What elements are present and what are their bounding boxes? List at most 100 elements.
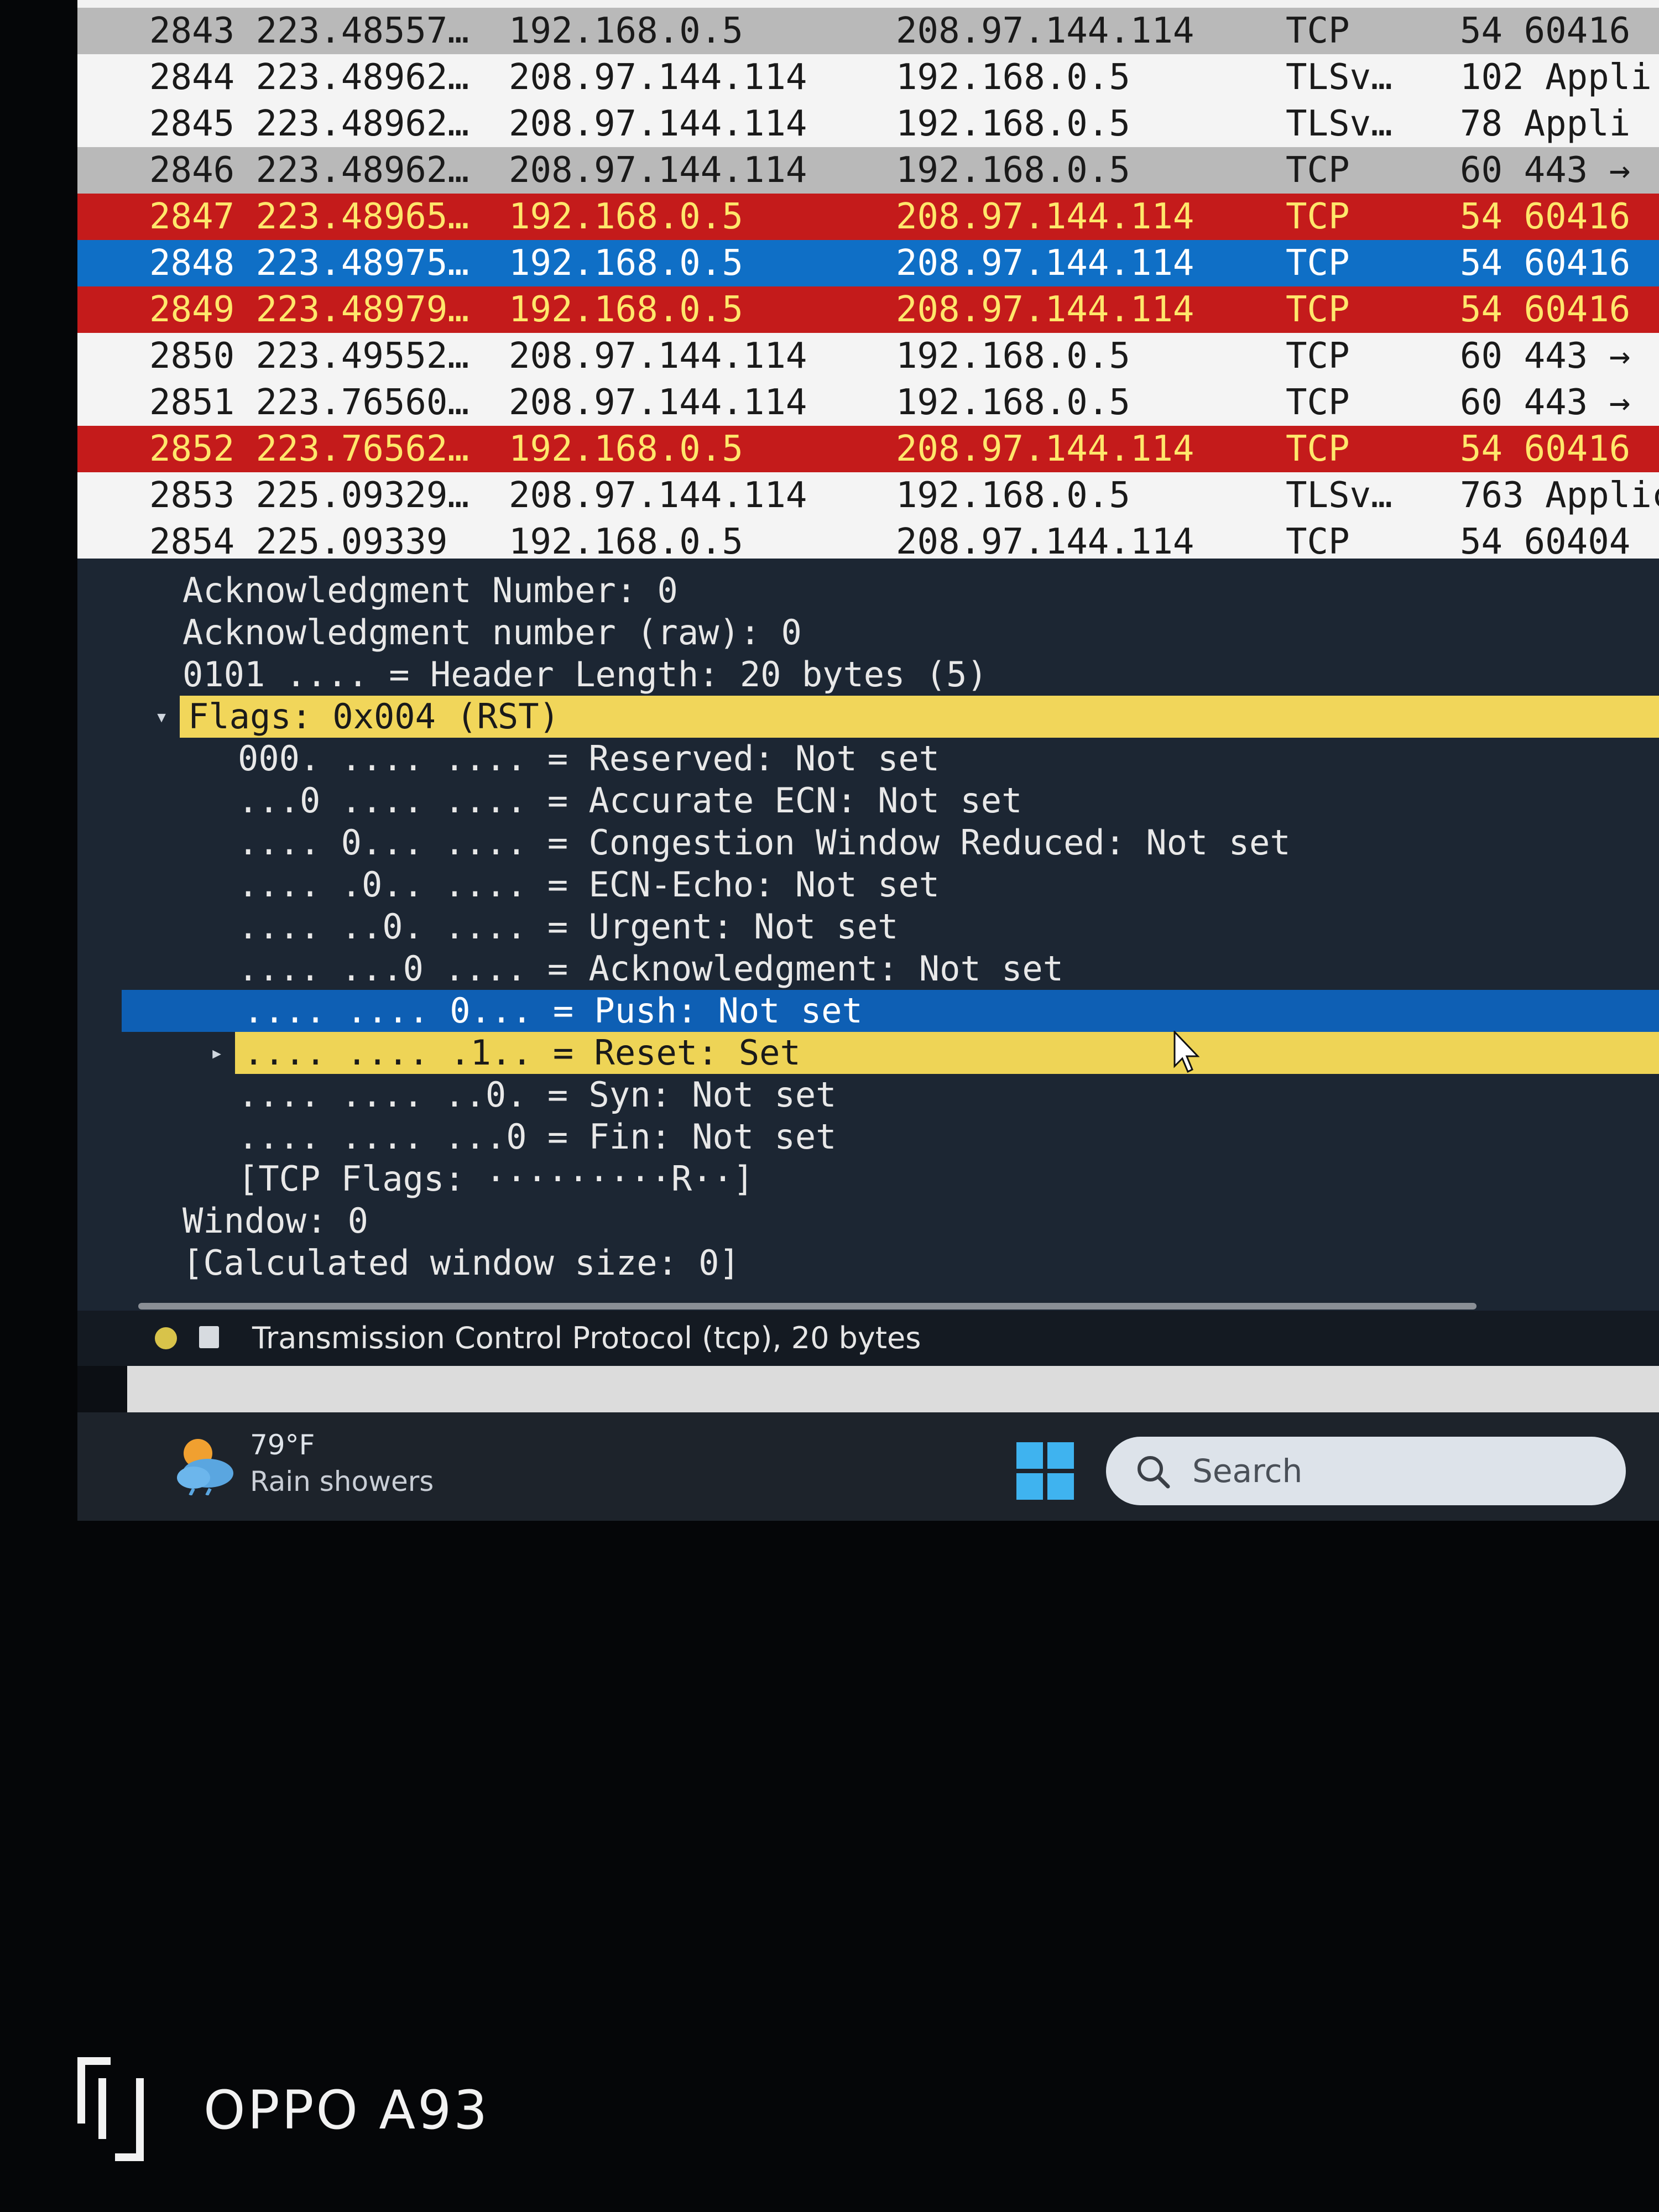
windows-logo-tile [1047,1442,1074,1469]
packet-info: 60 443 → [1460,336,1631,377]
source-address: 192.168.0.5 [509,11,743,51]
packet-no: 2846 [149,150,235,191]
detail-text: [TCP Flags: ·········R··] [238,1159,754,1199]
packet-row[interactable]: 2844 223.48962… 208.97.144.114 192.168.0.5… [77,54,1659,101]
status-bar: Transmission Control Protocol (tcp), 20 … [77,1311,1659,1366]
detail-line[interactable]: ▸ .... .... .1.. = Reset: Set [210,1032,1659,1074]
packet-no: 2849 [149,289,235,330]
packet-row[interactable]: 2850 223.49552… 208.97.144.114 192.168.0.5… [77,333,1659,379]
detail-line[interactable]: [Calculated window size: 0] [77,1242,1659,1284]
packet-row[interactable]: 2845 223.48962… 208.97.144.114 192.168.0.5… [77,101,1659,147]
packet-list[interactable]: 2843 223.48557… 192.168.0.5 208.97.144.114… [77,0,1659,559]
packet-info: 54 60416 [1460,196,1631,237]
destination-address: 192.168.0.5 [896,103,1130,144]
detail-line[interactable]: ▾ Flags: 0x004 (RST) [155,696,1659,738]
start-button[interactable] [1016,1442,1074,1500]
packet-info: 54 60416 [1460,243,1631,284]
packet-number: 2848 223.48975… [149,240,469,286]
source-address: 208.97.144.114 [509,475,807,516]
packet-time: 223.48965… [255,196,469,237]
collapse-arrow-icon[interactable]: ▾ [155,696,168,738]
search-icon [1138,1456,1170,1489]
detail-text: ...0 .... .... = Accurate ECN: Not set [238,780,1022,821]
expand-arrow-icon[interactable]: ▸ [210,1032,223,1074]
detail-line[interactable]: ...0 .... .... = Accurate ECN: Not set [77,780,1659,822]
detail-line[interactable]: .... .... 0... = Push: Not set [122,990,1659,1032]
source-address: 208.97.144.114 [509,382,807,423]
packet-no: 2851 [149,382,235,423]
search-placeholder: Search [1192,1452,1303,1490]
weather-description[interactable]: Rain showers [250,1465,434,1498]
packet-number: 2845 223.48962… [149,101,469,147]
packet-info: 60 443 → [1460,382,1631,423]
destination-address: 208.97.144.114 [896,521,1194,559]
detail-line[interactable]: .... ..0. .... = Urgent: Not set [77,906,1659,948]
camera-watermark-text: OPPO A93 [204,2079,490,2141]
packet-time: 223.48962… [255,150,469,191]
mouse-cursor-icon [1173,1031,1200,1073]
source-address: 208.97.144.114 [509,336,807,377]
source-address: 208.97.144.114 [509,150,807,191]
packet-row[interactable]: 2854 225.09339 192.168.0.5 208.97.144.114 T… [77,519,1659,559]
capture-comment-icon[interactable] [199,1326,219,1348]
detail-text: .... ..0. .... = Urgent: Not set [238,906,899,947]
detail-text: .... .0.. .... = ECN-Echo: Not set [238,864,940,905]
packet-row[interactable]: 2846 223.48962… 208.97.144.114 192.168.0.5… [77,147,1659,194]
detail-text: .... ...0 .... = Acknowledgment: Not set [238,948,1064,989]
windows-logo-tile [1016,1442,1043,1469]
source-address: 208.97.144.114 [509,103,807,144]
detail-text: Acknowledgment Number: 0 [182,570,678,611]
packet-info: 54 60404 [1460,521,1631,559]
packet-time: 223.76560… [255,382,469,423]
detail-text: .... .... ...0 = Fin: Not set [238,1117,837,1157]
taskbar-search-box[interactable]: Search [1106,1437,1626,1505]
expert-info-status-icon[interactable] [155,1327,177,1349]
destination-address: 208.97.144.114 [896,243,1194,284]
horizontal-scrollbar[interactable] [138,1303,1477,1310]
packet-time: 223.48975… [255,243,469,284]
packet-number: 2852 223.76562… [149,426,469,472]
packet-row[interactable]: 2848 223.48975… 192.168.0.5 208.97.144.114… [77,240,1659,286]
detail-line[interactable]: .... .0.. .... = ECN-Echo: Not set [77,864,1659,906]
progress-strip [127,1366,1659,1412]
detail-line[interactable]: .... ...0 .... = Acknowledgment: Not set [77,948,1659,990]
protocol: TCP [1286,382,1350,423]
packet-number: 2844 223.48962… [149,54,469,101]
packet-row[interactable]: 2852 223.76562… 192.168.0.5 208.97.144.114… [77,426,1659,472]
packet-row[interactable]: 2849 223.48979… 192.168.0.5 208.97.144.114… [77,286,1659,333]
detail-line[interactable]: Acknowledgment Number: 0 [77,570,1659,612]
detail-line[interactable]: .... .... ...0 = Fin: Not set [77,1116,1659,1158]
detail-line[interactable]: Acknowledgment number (raw): 0 [77,612,1659,654]
packet-number: 2846 223.48962… [149,147,469,194]
detail-line[interactable]: Window: 0 [77,1200,1659,1242]
packet-details-pane[interactable]: Acknowledgment Number: 0 Acknowledgment n… [77,559,1659,1311]
detail-line[interactable]: [TCP Flags: ·········R··] [77,1158,1659,1200]
weather-temperature[interactable]: 79°F [250,1429,315,1461]
protocol: TLSv… [1286,103,1392,144]
windows-taskbar: 79°F Rain showers Search [77,1412,1659,1521]
packet-row[interactable]: 2853 225.09329… 208.97.144.114 192.168.0.5… [77,472,1659,519]
detail-line[interactable]: 000. .... .... = Reserved: Not set [77,738,1659,780]
protocol: TLSv… [1286,475,1392,516]
protocol: TCP [1286,521,1350,559]
detail-text: .... .... ..0. = Syn: Not set [238,1074,837,1115]
monitor-screen: 2843 223.48557… 192.168.0.5 208.97.144.114… [77,0,1659,1521]
detail-line[interactable]: .... .... ..0. = Syn: Not set [77,1074,1659,1116]
protocol: TCP [1286,11,1350,51]
packet-row[interactable]: 2851 223.76560… 208.97.144.114 192.168.0.5… [77,379,1659,426]
destination-address: 192.168.0.5 [896,336,1130,377]
detail-text: .... .... .1.. = Reset: Set [243,1032,801,1073]
detail-line[interactable]: 0101 .... = Header Length: 20 bytes (5) [77,654,1659,696]
packet-row[interactable]: 2847 223.48965… 192.168.0.5 208.97.144.114… [77,194,1659,240]
detail-text: 000. .... .... = Reserved: Not set [238,738,940,779]
packet-info: 763 Applic [1460,475,1659,516]
packet-time: 223.48557… [255,11,469,51]
packet-row[interactable]: 2843 223.48557… 192.168.0.5 208.97.144.114… [77,8,1659,54]
packet-time: 223.76562… [255,429,469,469]
protocol: TCP [1286,196,1350,237]
packet-time: 223.48962… [255,57,469,98]
packet-no: 2848 [149,243,235,284]
rain-cloud-icon[interactable] [171,1434,238,1495]
detail-line[interactable]: .... 0... .... = Congestion Window Reduc… [77,822,1659,864]
packet-time: 225.09329… [255,475,469,516]
